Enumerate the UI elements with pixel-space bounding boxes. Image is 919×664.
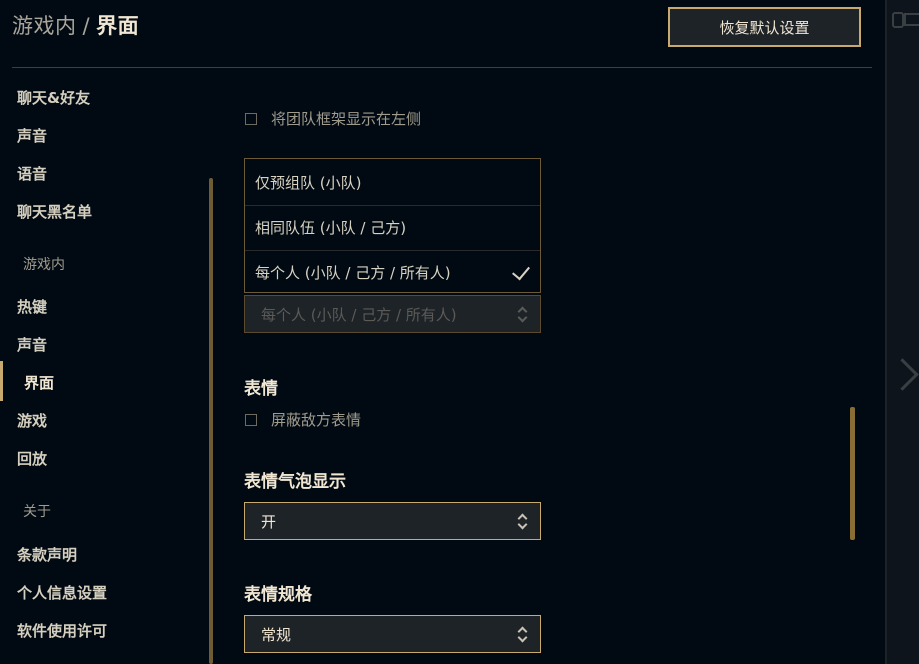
sidebar-item-privacy[interactable]: 个人信息设置: [17, 582, 107, 603]
sidebar-group-ingame: 游戏内: [23, 257, 65, 273]
chat-visibility-select[interactable]: 每个人 (小队 / 己方 / 所有人): [244, 295, 541, 333]
sidebar-item-voice[interactable]: 语音: [17, 163, 47, 184]
emote-size-section-title: 表情规格: [244, 585, 312, 605]
emote-size-value: 常规: [261, 625, 292, 644]
lock-icon[interactable]: [892, 12, 904, 28]
sidebar-item-hotkeys[interactable]: 热键: [17, 296, 47, 317]
dropdown-option-selected[interactable]: 每个人 (小队 / 己方 / 所有人): [245, 250, 540, 294]
sidebar-item-game[interactable]: 游戏: [17, 410, 47, 431]
breadcrumb-section: 游戏内: [12, 14, 77, 38]
sidebar-item-chat-friends[interactable]: 聊天&好友: [17, 87, 90, 108]
sidebar-item-license[interactable]: 软件使用许可: [17, 620, 107, 641]
sidebar-item-terms[interactable]: 条款声明: [17, 544, 77, 565]
settings-sidebar: 聊天&好友 声音 语音 聊天黑名单 游戏内 热键 声音 界面 游戏 回放 关于 …: [0, 78, 215, 664]
sidebar-scrollbar[interactable]: [209, 178, 213, 664]
emote-size-select[interactable]: 常规: [244, 615, 541, 653]
sidebar-item-sound[interactable]: 声音: [17, 125, 47, 146]
sidebar-item-replays[interactable]: 回放: [17, 448, 47, 469]
sidebar-item-interface[interactable]: 界面: [24, 372, 54, 393]
sidebar-item-ingame-sound[interactable]: 声音: [17, 334, 47, 355]
content-scrollbar-thumb[interactable]: [850, 407, 855, 540]
chat-visibility-value: 每个人 (小队 / 己方 / 所有人): [261, 305, 457, 324]
sidebar-group-about: 关于: [23, 504, 51, 520]
team-frames-left-option[interactable]: 将团队框架显示在左侧: [245, 108, 421, 129]
breadcrumb-separator: /: [82, 14, 91, 38]
mute-enemy-emotes-option[interactable]: 屏蔽敌方表情: [245, 409, 361, 430]
dropdown-option-label: 每个人 (小队 / 己方 / 所有人): [255, 264, 451, 282]
up-down-arrows-icon: [517, 513, 528, 530]
emote-bubble-value: 开: [261, 512, 277, 531]
right-edge-panel: [885, 0, 919, 664]
reset-defaults-button[interactable]: 恢复默认设置: [668, 7, 861, 47]
chevron-right-icon[interactable]: [886, 358, 919, 391]
up-down-arrows-icon: [517, 306, 528, 323]
emote-bubble-section-title: 表情气泡显示: [244, 472, 346, 492]
team-frames-left-checkbox[interactable]: [245, 112, 257, 125]
active-indicator: [0, 361, 3, 401]
header-divider: [12, 67, 872, 68]
emotes-section-title: 表情: [244, 379, 278, 399]
dropdown-option[interactable]: 相同队伍 (小队 / 己方): [245, 205, 540, 249]
breadcrumb-page: 界面: [96, 14, 140, 38]
emote-bubble-select[interactable]: 开: [244, 502, 541, 540]
mute-enemy-emotes-label: 屏蔽敌方表情: [271, 411, 362, 429]
chat-visibility-dropdown-list: 仅预组队 (小队) 相同队伍 (小队 / 己方) 每个人 (小队 / 己方 / …: [244, 158, 541, 293]
sidebar-item-chat-blocklist[interactable]: 聊天黑名单: [17, 201, 92, 222]
page-title: 游戏内 / 界面: [12, 10, 139, 40]
mail-icon[interactable]: [904, 13, 919, 26]
team-frames-left-label: 将团队框架显示在左侧: [271, 110, 422, 128]
checkmark-icon: [512, 261, 530, 281]
dropdown-option[interactable]: 仅预组队 (小队): [245, 160, 540, 204]
up-down-arrows-icon: [517, 626, 528, 643]
mute-enemy-emotes-checkbox[interactable]: [245, 413, 257, 426]
